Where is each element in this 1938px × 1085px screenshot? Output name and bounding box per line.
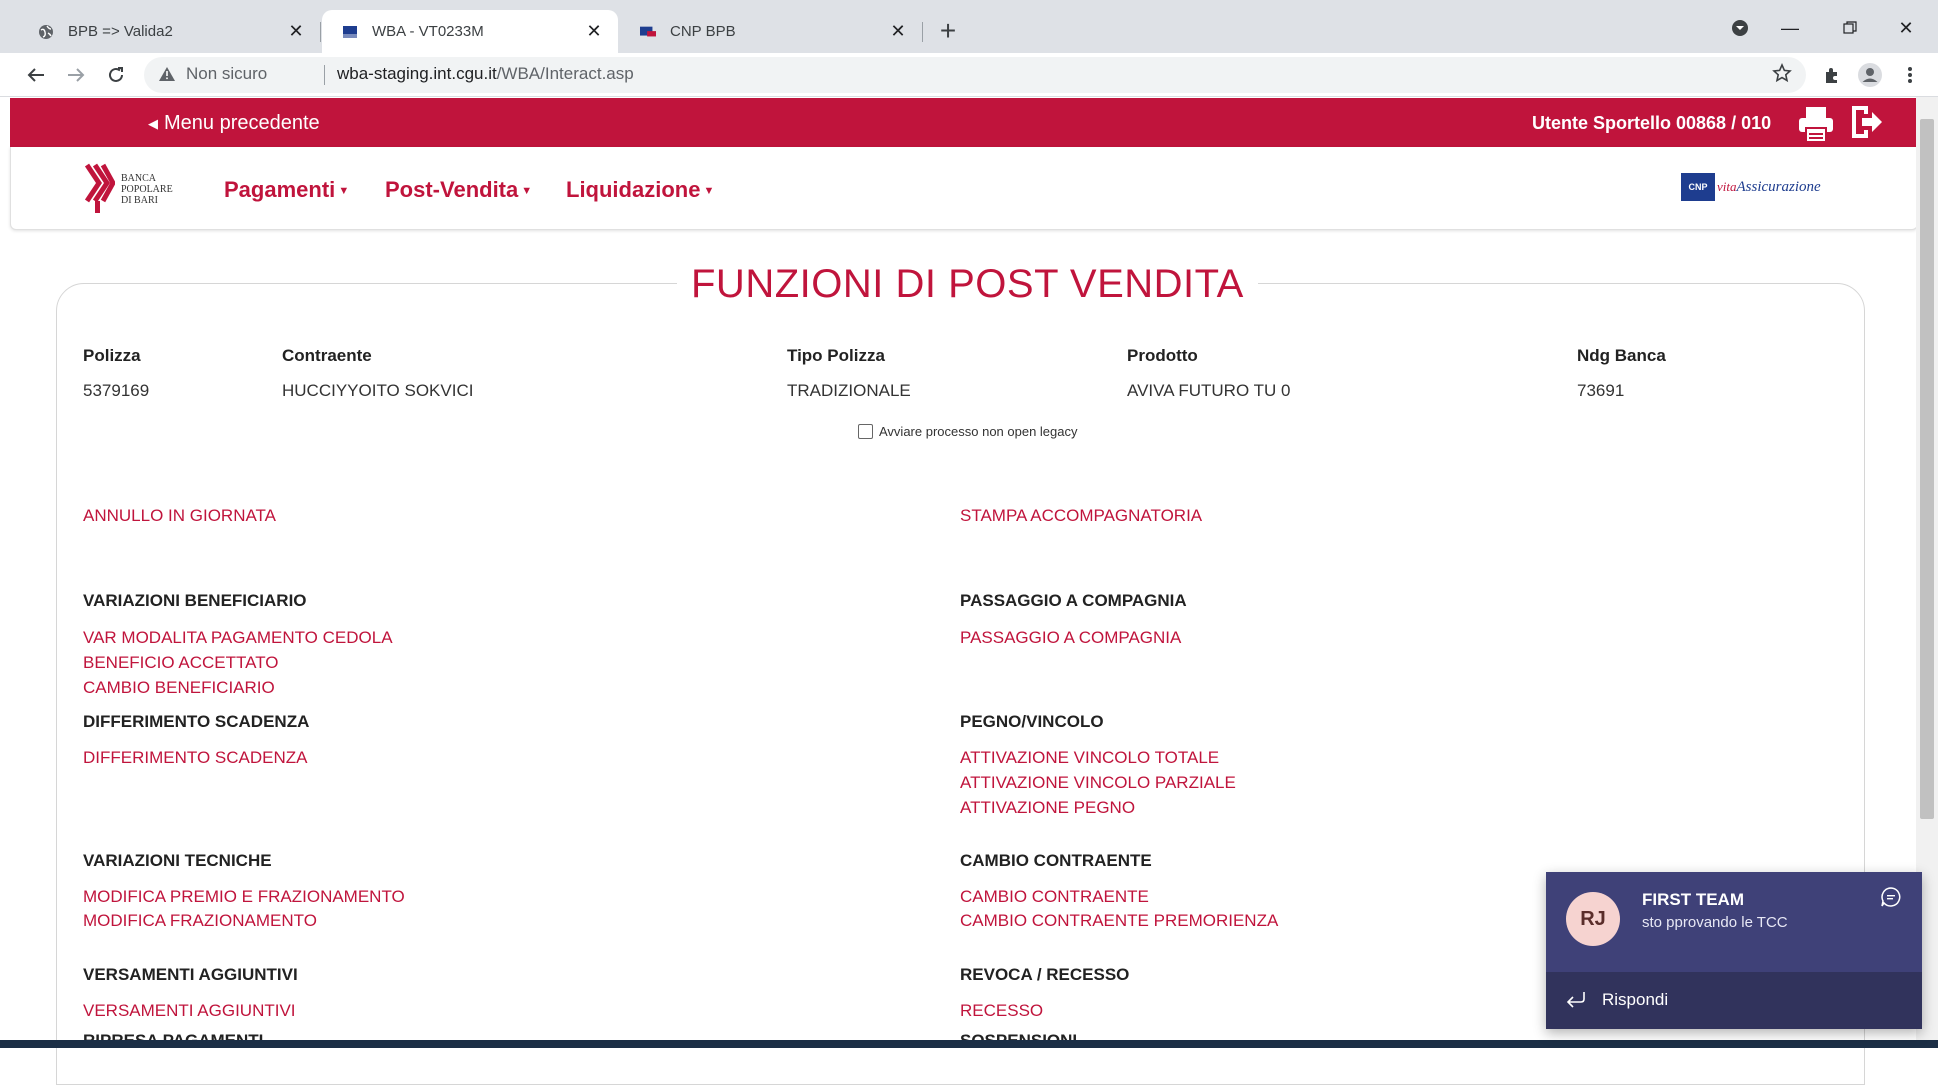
link-cambio-contraente-premorienza[interactable]: CAMBIO CONTRAENTE PREMORIENZA (960, 911, 1278, 931)
scrollbar-thumb[interactable] (1920, 119, 1934, 819)
chat-bubble-icon[interactable] (1880, 886, 1902, 913)
section-variazioni-beneficiario: VARIAZIONI BENEFICIARIO (83, 591, 307, 610)
section-versamenti-aggiuntivi: VERSAMENTI AGGIUNTIVI (83, 965, 298, 984)
caret-down-icon: ▼ (518, 185, 533, 198)
tab-wba[interactable]: WBA - VT0233M ✕ (322, 10, 618, 53)
tipo-polizza-value: TRADIZIONALE (787, 381, 911, 400)
link-differimento-scadenza[interactable]: DIFFERIMENTO SCADENZA (83, 748, 307, 768)
notification-message: sto pprovando le TCC (1642, 914, 1788, 931)
back-arrow-icon[interactable] (20, 59, 52, 91)
tipo-polizza-label: Tipo Polizza (787, 346, 885, 365)
menu-precedente-link[interactable]: ◀ Menu precedente (148, 112, 320, 135)
menu-dots-icon[interactable] (1894, 59, 1926, 91)
address-bar: Non sicuro wba-staging.int.cgu.it/WBA/In… (0, 53, 1938, 97)
cnp-logo: CNP vita Assicurazione (1681, 173, 1821, 201)
top-red-bar: ◀ Menu precedente Utente Sportello 00868… (10, 98, 1916, 147)
caret-down-icon: ▼ (700, 185, 715, 198)
link-passaggio-a-compagnia[interactable]: PASSAGGIO A COMPAGNIA (960, 628, 1181, 648)
reply-arrow-icon (1566, 990, 1586, 1013)
link-beneficio-accettato[interactable]: BENEFICIO ACCETTATO (83, 653, 279, 673)
omnibox[interactable]: Non sicuro wba-staging.int.cgu.it/WBA/In… (144, 57, 1806, 93)
ndg-banca-label: Ndg Banca (1577, 346, 1666, 365)
os-taskbar (0, 1040, 1938, 1048)
profile-icon[interactable] (1854, 59, 1886, 91)
tab-bpb-valida2[interactable]: BPB => Valida2 ✕ (18, 10, 320, 53)
prodotto-label: Prodotto (1127, 346, 1198, 365)
contraente-value: HUCCIYYOITO SOKVICI (282, 381, 474, 400)
star-icon[interactable] (1772, 63, 1792, 88)
avatar: RJ (1566, 892, 1620, 946)
link-stampa-accompagnatoria[interactable]: STAMPA ACCOMPAGNATORIA (960, 506, 1202, 526)
page-title: FUNZIONI DI POST VENDITA (677, 262, 1258, 307)
caret-left-icon: ◀ (148, 115, 158, 131)
close-tab-icon[interactable]: ✕ (886, 20, 910, 44)
contraente-label: Contraente (282, 346, 372, 365)
legacy-checkbox[interactable] (858, 424, 873, 439)
forward-arrow-icon[interactable] (60, 59, 92, 91)
link-versamenti-aggiuntivi[interactable]: VERSAMENTI AGGIUNTIVI (83, 1001, 296, 1021)
link-var-modalita-pagamento-cedola[interactable]: VAR MODALITA PAGAMENTO CEDOLA (83, 628, 393, 648)
security-label[interactable]: Non sicuro (186, 64, 267, 84)
tab-divider (320, 22, 321, 42)
user-label: Utente Sportello 00868 / 010 (1532, 113, 1772, 133)
link-attivazione-pegno[interactable]: ATTIVAZIONE PEGNO (960, 798, 1135, 818)
link-modifica-frazionamento[interactable]: MODIFICA FRAZIONAMENTO (83, 911, 317, 931)
logout-icon[interactable] (1848, 104, 1884, 145)
cnp-favicon (342, 24, 358, 40)
legacy-checkbox-row[interactable]: Avviare processo non open legacy (858, 424, 1078, 439)
link-recesso[interactable]: RECESSO (960, 1001, 1043, 1021)
reply-label: Rispondi (1602, 990, 1669, 1009)
close-tab-icon[interactable]: ✕ (582, 20, 606, 44)
globe-icon (38, 24, 54, 40)
link-modifica-premio-e-frazionamento[interactable]: MODIFICA PREMIO E FRAZIONAMENTO (83, 887, 405, 907)
link-cambio-beneficiario[interactable]: CAMBIO BENEFICIARIO (83, 678, 275, 698)
close-tab-icon[interactable]: ✕ (284, 20, 308, 44)
print-icon[interactable] (1796, 104, 1836, 149)
link-attivazione-vincolo-totale[interactable]: ATTIVAZIONE VINCOLO TOTALE (960, 748, 1219, 768)
section-variazioni-tecniche: VARIAZIONI TECNICHE (83, 851, 272, 870)
browser-tab-strip: BPB => Valida2 ✕ WBA - VT0233M ✕ CNP BPB… (0, 0, 1938, 53)
link-attivazione-vincolo-parziale[interactable]: ATTIVAZIONE VINCOLO PARZIALE (960, 773, 1236, 793)
polizza-value: 5379169 (83, 381, 150, 400)
reply-button[interactable]: Rispondi (1546, 972, 1922, 1029)
flag-favicon (640, 24, 656, 40)
close-window-button[interactable]: ✕ (1890, 12, 1922, 44)
section-passaggio-a-compagnia: PASSAGGIO A COMPAGNIA (960, 591, 1187, 610)
menu-post-vendita[interactable]: Post-Vendita ▼ (385, 177, 532, 203)
omnibox-divider (324, 65, 325, 85)
bpb-logo[interactable]: BANCA POPOLARE DI BARI (85, 163, 173, 215)
prodotto-value: AVIVA FUTURO TU 0 (1127, 381, 1291, 400)
ndg-banca-value: 73691 (1577, 381, 1625, 400)
tab-search-icon[interactable] (1724, 12, 1756, 44)
extensions-icon[interactable] (1816, 59, 1848, 91)
new-tab-button[interactable]: + (932, 16, 964, 48)
section-revoca-recesso: REVOCA / RECESSO (960, 965, 1130, 984)
section-cambio-contraente: CAMBIO CONTRAENTE (960, 851, 1152, 870)
main-navbar: BANCA POPOLARE DI BARI Pagamenti ▼ Post-… (10, 147, 1918, 230)
section-pegno-vincolo: PEGNO/VINCOLO (960, 712, 1104, 731)
url-text[interactable]: wba-staging.int.cgu.it/WBA/Interact.asp (337, 64, 634, 84)
link-annullo-in-giornata[interactable]: ANNULLO IN GIORNATA (83, 506, 276, 526)
reload-icon[interactable] (100, 59, 132, 91)
link-cambio-contraente[interactable]: CAMBIO CONTRAENTE (960, 887, 1149, 907)
warning-icon[interactable] (158, 66, 176, 87)
menu-pagamenti[interactable]: Pagamenti ▼ (224, 177, 349, 203)
notification-sender: FIRST TEAM (1642, 890, 1744, 909)
polizza-label: Polizza (83, 346, 141, 365)
tab-cnp-bpb[interactable]: CNP BPB ✕ (620, 10, 922, 53)
chat-notification[interactable]: RJ FIRST TEAM sto pprovando le TCC Rispo… (1546, 872, 1922, 1029)
legacy-checkbox-label: Avviare processo non open legacy (879, 424, 1078, 439)
caret-down-icon: ▼ (335, 185, 350, 198)
restore-button[interactable] (1834, 12, 1866, 44)
menu-liquidazione[interactable]: Liquidazione ▼ (566, 177, 714, 203)
section-differimento-scadenza: DIFFERIMENTO SCADENZA (83, 712, 310, 731)
tab-divider (922, 22, 923, 42)
minimize-button[interactable]: — (1774, 12, 1806, 44)
